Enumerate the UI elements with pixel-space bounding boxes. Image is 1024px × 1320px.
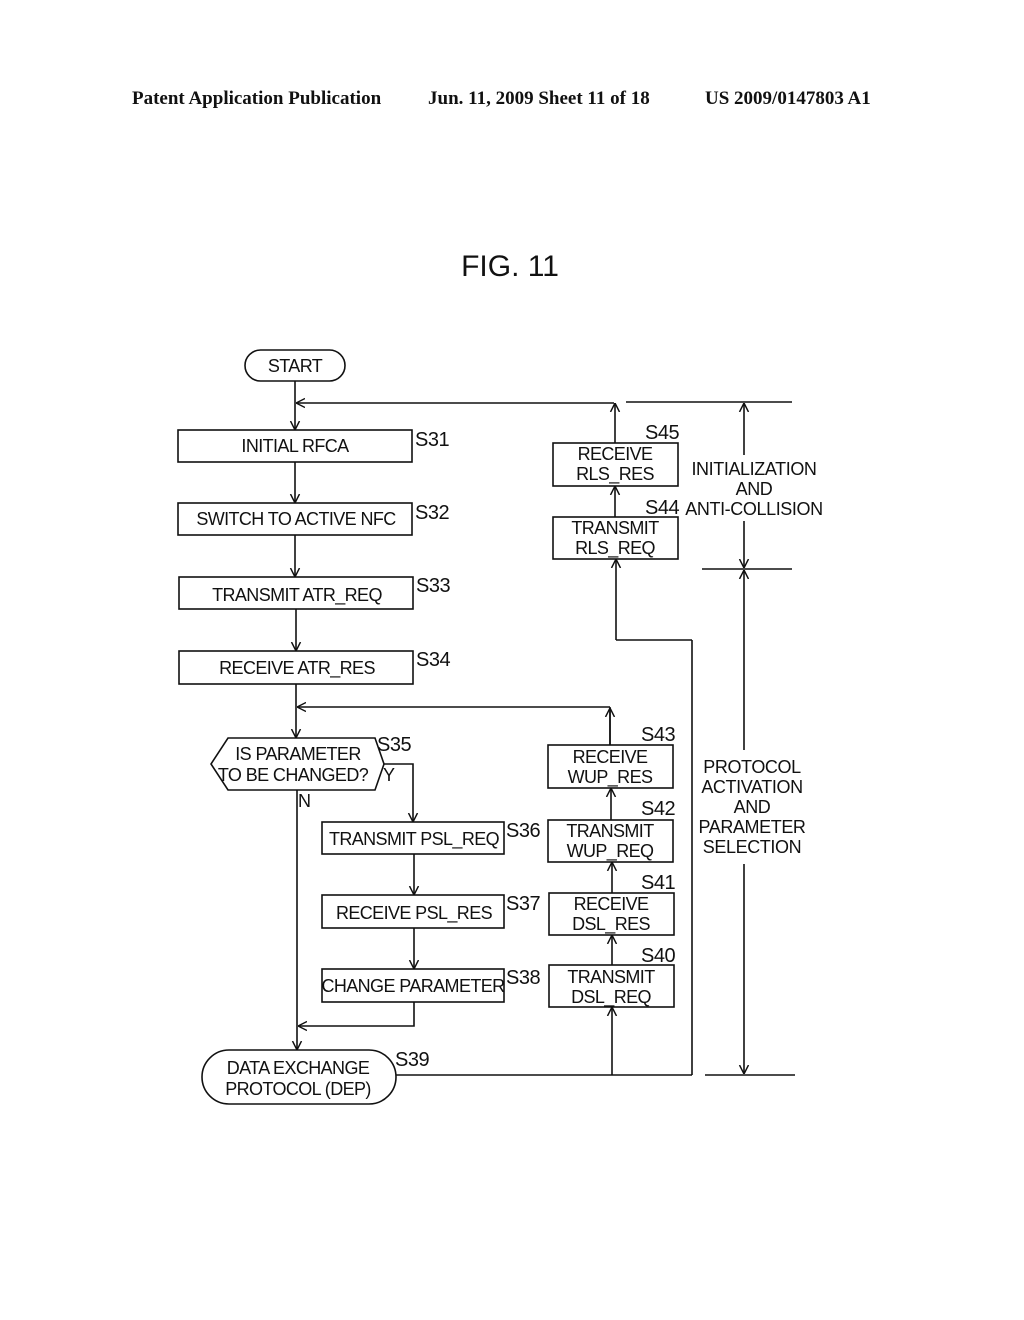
s41-step-id: S41 <box>641 872 675 894</box>
s31-step-id: S31 <box>415 429 449 451</box>
s43-step-id: S43 <box>641 724 675 746</box>
s35-line1: IS PARAMETER <box>235 744 361 764</box>
step-s33: TRANSMIT ATR_REQ S33 <box>178 575 451 610</box>
flowchart: START INITIAL RFCA S31 SWITCH TO ACTIVE … <box>177 349 823 1105</box>
step-s37: RECEIVE PSL_RES S37 <box>321 893 541 929</box>
s41-line1: RECEIVE <box>574 894 649 914</box>
decision-s35: IS PARAMETER TO BE CHANGED? S35 Y N <box>210 734 412 811</box>
start-terminal: START <box>244 349 346 382</box>
s35-no-label: N <box>298 791 310 811</box>
s42-line2: WUP_REQ <box>567 841 654 862</box>
s35-line2: TO BE CHANGED? <box>218 765 369 785</box>
phase-init-line1: INITIALIZATION <box>691 459 816 479</box>
step-s36: TRANSMIT PSL_REQ S36 <box>321 820 541 855</box>
s33-step-id: S33 <box>416 575 450 597</box>
phase-protocol-line5: SELECTION <box>703 837 801 857</box>
s41-line2: DSL_RES <box>572 914 650 935</box>
s45-step-id: S45 <box>645 422 679 444</box>
phase-init-line3: ANTI-COLLISION <box>685 499 822 519</box>
phase-protocol-label: PROTOCOL ACTIVATION AND PARAMETER SELECT… <box>698 757 806 857</box>
start-label: START <box>268 356 323 376</box>
s44-step-id: S44 <box>645 497 679 519</box>
step-s34: RECEIVE ATR_RES S34 <box>178 649 451 685</box>
s38-step-id: S38 <box>506 967 540 989</box>
phase-init-line2: AND <box>736 479 773 499</box>
s43-line2: WUP_RES <box>568 767 653 788</box>
s43-line1: RECEIVE <box>573 747 648 767</box>
step-s31: INITIAL RFCA S31 <box>177 429 450 463</box>
phase-protocol-line2: ACTIVATION <box>701 777 802 797</box>
s34-label: RECEIVE ATR_RES <box>219 658 375 679</box>
s34-step-id: S34 <box>416 649 450 671</box>
s36-step-id: S36 <box>506 820 540 842</box>
s44-line1: TRANSMIT <box>571 518 659 538</box>
s35-yes-label: Y <box>383 765 395 785</box>
s39-line1: DATA EXCHANGE <box>227 1058 370 1078</box>
phase-protocol-line3: AND <box>734 797 771 817</box>
s39-step-id: S39 <box>395 1049 429 1071</box>
connector-s38-merge <box>298 1002 415 1026</box>
s35-step-id: S35 <box>377 734 411 756</box>
phase-protocol-line1: PROTOCOL <box>703 757 801 777</box>
s45-line2: RLS_RES <box>576 464 654 485</box>
phase-protocol-line4: PARAMETER <box>698 817 805 837</box>
s38-label: CHANGE PARAMETER <box>321 976 505 996</box>
step-s44: TRANSMIT RLS_REQ S44 <box>552 497 680 560</box>
s32-label: SWITCH TO ACTIVE NFC <box>196 509 396 529</box>
s33-label: TRANSMIT ATR_REQ <box>212 585 382 606</box>
s36-label: TRANSMIT PSL_REQ <box>329 829 500 850</box>
step-s38: CHANGE PARAMETER S38 <box>321 967 541 1003</box>
s37-step-id: S37 <box>506 893 540 915</box>
s31-label: INITIAL RFCA <box>241 436 349 456</box>
s37-label: RECEIVE PSL_RES <box>336 903 493 924</box>
s42-line1: TRANSMIT <box>566 821 654 841</box>
step-s43: RECEIVE WUP_RES S43 <box>547 724 676 789</box>
step-s32: SWITCH TO ACTIVE NFC S32 <box>177 502 450 536</box>
s42-step-id: S42 <box>641 798 675 820</box>
s40-step-id: S40 <box>641 945 675 967</box>
s44-line2: RLS_REQ <box>575 538 655 559</box>
s32-step-id: S32 <box>415 502 449 524</box>
step-s39-terminal: DATA EXCHANGE PROTOCOL (DEP) S39 <box>201 1049 430 1105</box>
s39-line2: PROTOCOL (DEP) <box>225 1079 371 1099</box>
s40-line1: TRANSMIT <box>567 967 655 987</box>
phase-init-label: INITIALIZATION AND ANTI-COLLISION <box>685 459 823 519</box>
s40-line2: DSL_REQ <box>571 987 651 1008</box>
s45-line1: RECEIVE <box>578 444 653 464</box>
step-s45: RECEIVE RLS_RES S45 <box>552 422 680 487</box>
